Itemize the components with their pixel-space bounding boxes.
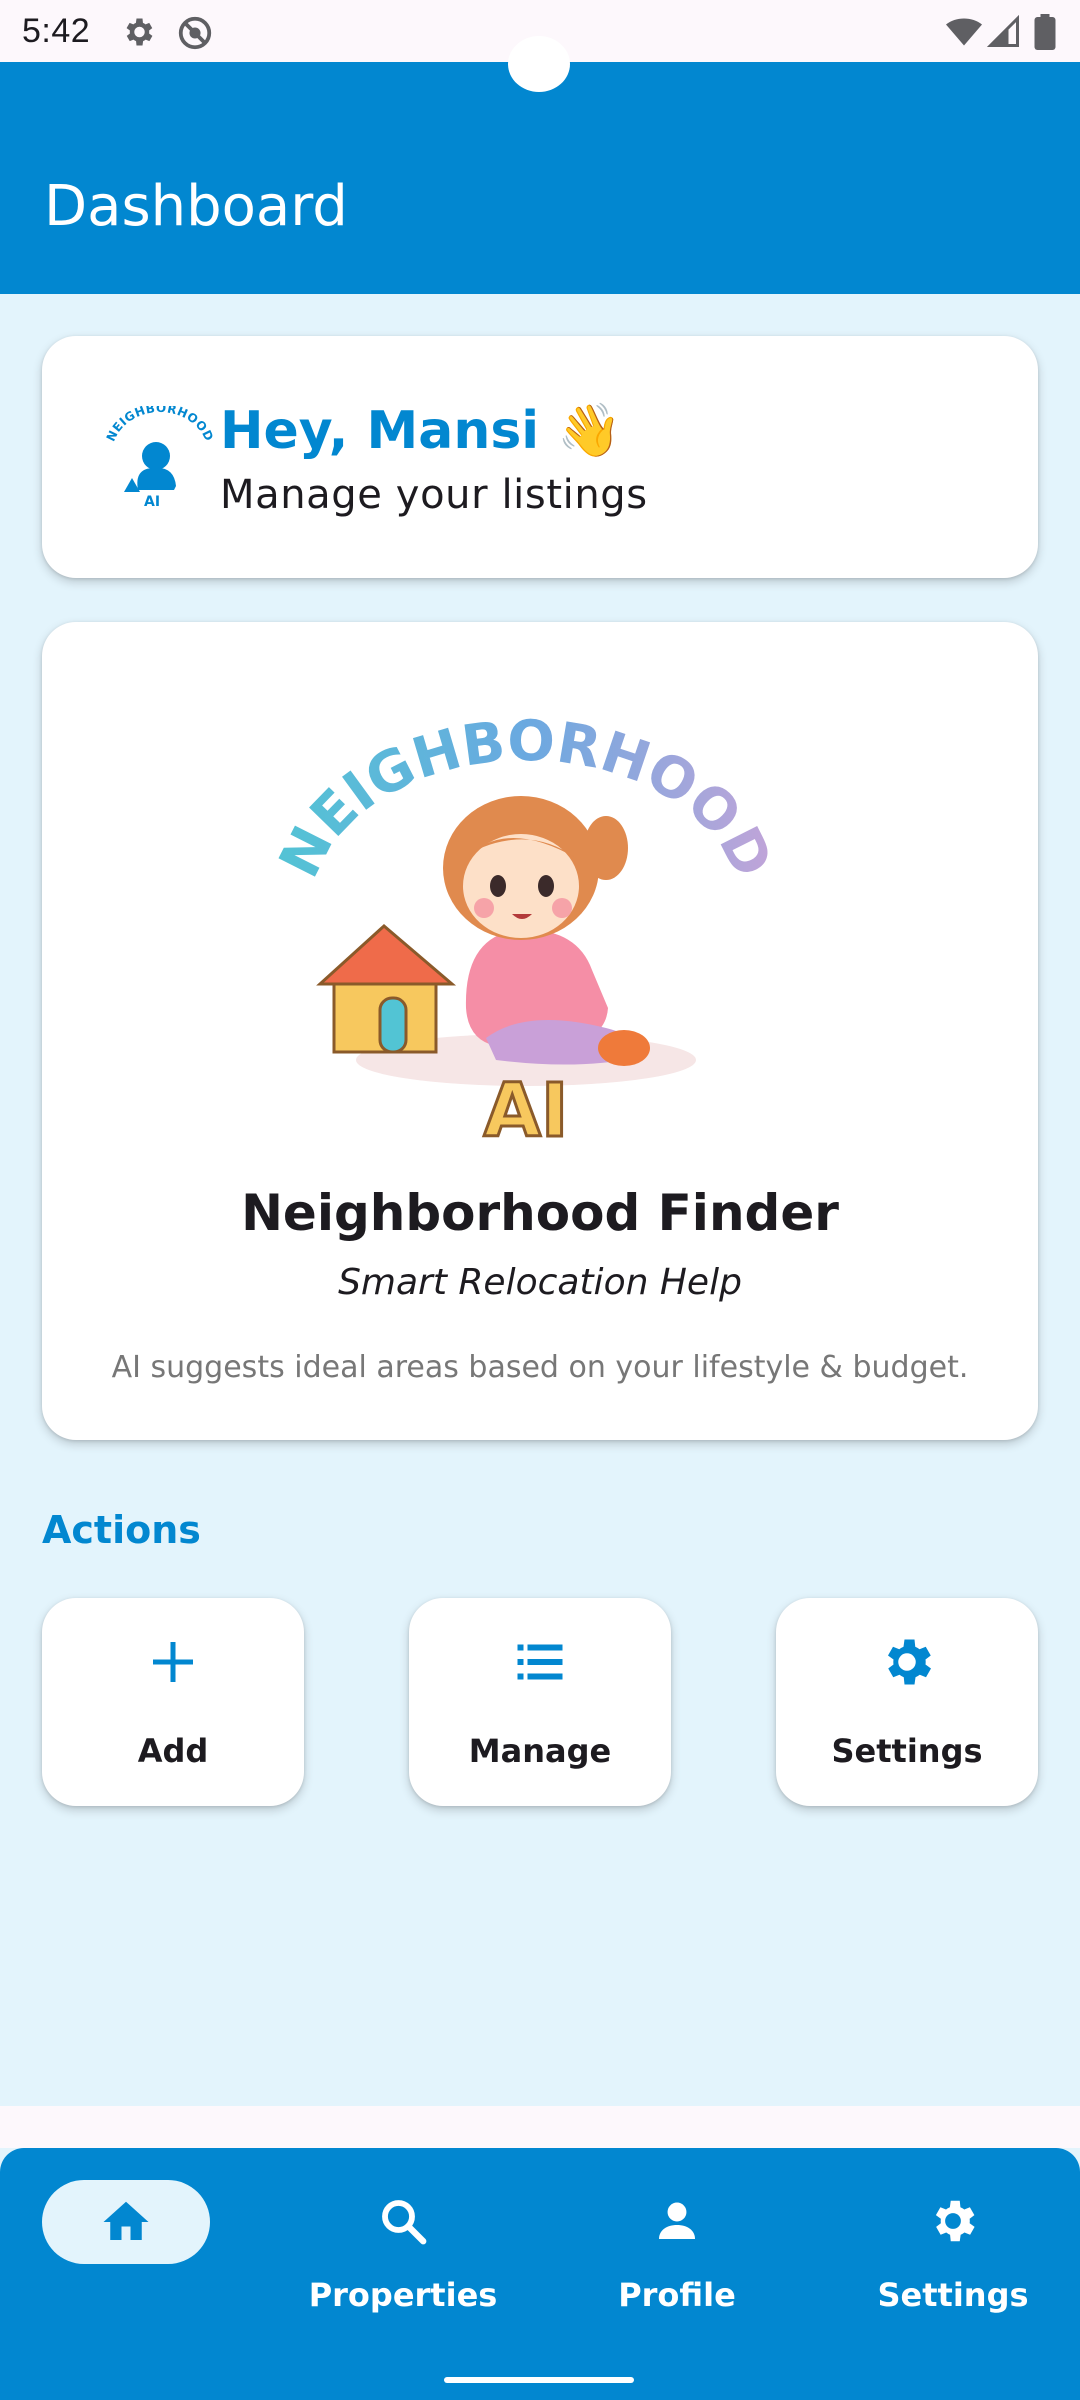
person-icon (659, 2202, 695, 2239)
settings-action-button[interactable]: Settings (776, 1598, 1038, 1806)
illustration-sub: AI (484, 1068, 569, 1148)
status-time: 5:42 (22, 12, 91, 50)
nav-properties-label: Properties (308, 2276, 498, 2314)
nav-item-home[interactable] (0, 2148, 270, 2348)
greeting-card: NEIGHBORHOOD AI Hey, Mansi 👋 Manage your… (42, 336, 1038, 578)
neighborhood-illustration: NEIGHBORHOOD AI (276, 709, 776, 1148)
feature-tagline: Smart Relocation Help (338, 1262, 742, 1303)
page-title: Dashboard (44, 174, 348, 239)
logo-text: NEIGHBORHOOD (104, 406, 214, 444)
home-icon (103, 2201, 149, 2240)
search-icon (382, 2200, 427, 2245)
feature-description: AI suggests ideal areas based on your li… (111, 1350, 969, 1385)
nav-item-properties[interactable]: Properties (268, 2148, 538, 2348)
signal-icon (986, 14, 1019, 47)
add-button-label: Add (137, 1732, 209, 1770)
gesture-handle[interactable] (444, 2377, 634, 2383)
svg-text:NEIGHBORHOOD: NEIGHBORHOOD (104, 406, 214, 444)
neighborhood-logo: NEIGHBORHOOD AI (104, 406, 214, 510)
add-button[interactable]: Add (42, 1598, 304, 1806)
wifi-icon (946, 18, 982, 46)
content-bottom-edge (0, 2106, 1080, 2148)
app-bar: Dashboard (0, 62, 1080, 294)
logo-sub: AI (144, 494, 160, 510)
battery-icon (1034, 14, 1056, 50)
greeting-title: Hey, Mansi 👋 (220, 401, 622, 461)
feature-title: Neighborhood Finder (241, 1184, 839, 1242)
greeting-subtitle: Manage your listings (220, 472, 648, 518)
manage-button-label: Manage (468, 1732, 612, 1770)
nav-profile-label: Profile (618, 2276, 736, 2314)
bottom-navigation: Properties Profile Settings (0, 2148, 1080, 2400)
list-icon (517, 1644, 563, 1680)
camera-cutout (508, 36, 570, 92)
no-data-icon (178, 16, 212, 50)
gear-icon (888, 1639, 931, 1685)
gear-icon (126, 18, 153, 46)
manage-button[interactable]: Manage (409, 1598, 671, 1806)
settings-action-label: Settings (831, 1732, 983, 1770)
plus-icon (153, 1642, 193, 1682)
nav-item-settings[interactable]: Settings (818, 2148, 1080, 2348)
nav-settings-label: Settings (877, 2276, 1029, 2314)
actions-title: Actions (42, 1508, 201, 1552)
gear-icon (935, 2200, 975, 2242)
nav-item-profile[interactable]: Profile (542, 2148, 812, 2348)
neighborhood-finder-card[interactable]: NEIGHBORHOOD AI Neighborhood Finder Smar… (42, 622, 1038, 1440)
